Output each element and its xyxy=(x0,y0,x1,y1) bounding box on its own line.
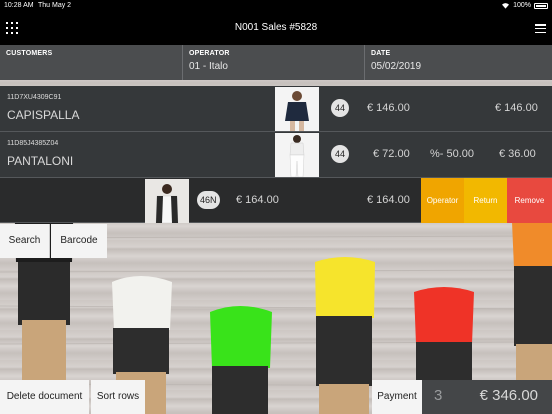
date-label: DATE xyxy=(371,50,391,57)
return-action-button[interactable]: Return xyxy=(464,178,507,223)
battery-icon xyxy=(534,2,548,9)
size-badge: 46N xyxy=(197,191,220,209)
wifi-icon xyxy=(502,3,510,9)
size-badge: 44 xyxy=(331,99,349,117)
item-name: CAPISPALLA xyxy=(7,108,80,122)
document-info-bar: CUSTOMERS OPERATOR 01 - Italo DATE 05/02… xyxy=(0,45,552,80)
row-total: € 164.00 xyxy=(367,194,410,206)
unit-price: € 146.00 xyxy=(367,102,410,114)
product-thumbnail xyxy=(275,133,319,177)
unit-price: € 72.00 xyxy=(373,148,410,160)
selected-sale-row[interactable]: 46N € 164.00 € 164.00 Operator Return Re… xyxy=(0,178,552,223)
date-field[interactable]: DATE 05/02/2019 xyxy=(364,45,552,80)
operator-action-button[interactable]: Operator xyxy=(421,178,464,223)
document-total-bar: 3 € 346.00 xyxy=(422,380,552,414)
document-total: € 346.00 xyxy=(479,387,538,404)
sale-row[interactable]: 11D7XU4309C91 CAPISPALLA 44 € 146.00 € 1… xyxy=(0,86,552,132)
hamburger-menu-icon[interactable] xyxy=(535,24,546,34)
operator-field[interactable]: OPERATOR 01 - Italo xyxy=(182,45,364,80)
row-total: € 146.00 xyxy=(495,102,538,114)
status-date: Thu May 2 xyxy=(38,2,72,9)
search-button[interactable]: Search xyxy=(0,224,50,258)
customers-field[interactable]: CUSTOMERS xyxy=(0,45,182,80)
status-bar: 10:28 AM Thu May 2 100% xyxy=(0,0,552,11)
customers-label: CUSTOMERS xyxy=(6,50,53,57)
product-thumbnail xyxy=(145,179,189,223)
sort-rows-button[interactable]: Sort rows xyxy=(91,380,145,414)
date-value: 05/02/2019 xyxy=(371,61,422,72)
product-thumbnail xyxy=(275,87,319,131)
sale-row[interactable]: 11D85J4385Z04 PANTALONI 44 € 72.00 %- 50… xyxy=(0,132,552,178)
size-badge: 44 xyxy=(331,145,349,163)
status-time: 10:28 AM xyxy=(4,2,34,9)
delete-document-button[interactable]: Delete document xyxy=(0,380,89,414)
item-code: 11D85J4385Z04 xyxy=(7,140,59,147)
discount: %- 50.00 xyxy=(430,148,475,160)
payment-button[interactable]: Payment xyxy=(372,380,422,414)
item-code: 11D7XU4309C91 xyxy=(7,94,62,101)
app-header: N001 Sales #5828 xyxy=(0,11,552,45)
item-count: 3 xyxy=(434,387,443,404)
page-title: N001 Sales #5828 xyxy=(234,22,318,33)
operator-label: OPERATOR xyxy=(189,50,230,57)
operator-value: 01 - Italo xyxy=(189,61,228,72)
barcode-button[interactable]: Barcode xyxy=(51,224,107,258)
battery-percent: 100% xyxy=(513,2,531,9)
item-name: PANTALONI xyxy=(7,154,74,168)
unit-price: € 164.00 xyxy=(236,194,279,206)
remove-action-button[interactable]: Remove xyxy=(507,178,552,223)
row-total: € 36.00 xyxy=(499,148,536,160)
